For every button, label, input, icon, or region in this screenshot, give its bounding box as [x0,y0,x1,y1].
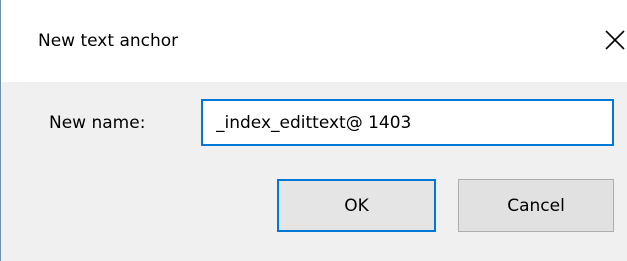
new-text-anchor-dialog: New text anchor New name: OK Cancel [0,0,627,261]
ok-button[interactable]: OK [277,179,436,232]
title-bar: New text anchor [1,0,627,82]
close-button[interactable] [602,24,627,54]
close-icon [605,30,625,50]
dialog-title: New text anchor [38,31,179,51]
cancel-button[interactable]: Cancel [458,179,614,232]
new-name-label: New name: [49,113,146,133]
new-name-input[interactable] [201,99,614,146]
